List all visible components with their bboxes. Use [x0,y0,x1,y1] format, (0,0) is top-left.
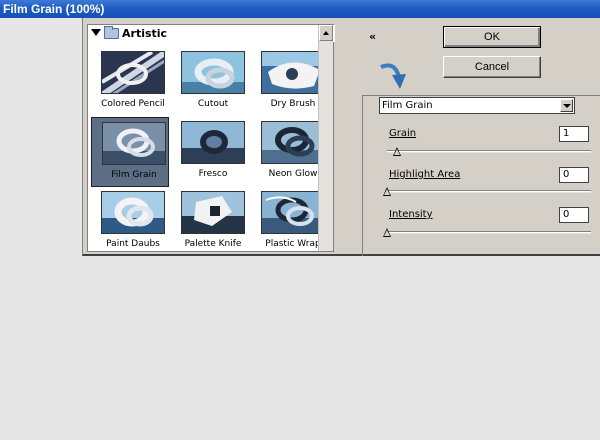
intensity-label: Intensity [389,209,433,220]
filter-label: Colored Pencil [101,99,165,109]
folder-icon [104,26,119,39]
thumbnail-image [181,51,245,94]
grain-slider[interactable] [387,147,591,156]
ok-button[interactable]: OK [443,26,541,48]
filter-paint-daubs[interactable]: Paint Daubs [91,187,169,257]
thumbnail-image [181,191,245,234]
collapse-icon[interactable]: « [369,30,376,43]
highlight-area-slider[interactable] [383,187,591,196]
category-header[interactable]: Artistic [88,25,335,42]
highlight-area-slider-handle[interactable] [383,187,391,196]
grain-input[interactable]: 1 [559,126,589,142]
dropdown-arrow-icon[interactable] [560,99,573,112]
filter-browser: Artistic Colored Pencil Cutout Dry Brush [87,24,335,252]
thumbnail-image [181,121,245,164]
filter-colored-pencil[interactable]: Colored Pencil [91,47,169,117]
filter-label: Paint Daubs [106,239,160,249]
cancel-button[interactable]: Cancel [443,56,541,78]
intensity-label-text: Intensity [389,209,433,220]
arrow-hint-icon [380,63,406,89]
thumbnail-image [102,122,166,165]
filter-dialog: Artistic Colored Pencil Cutout Dry Brush [82,18,600,256]
thumbnail-image [261,51,325,94]
highlight-area-label: Highlight Area [389,169,460,180]
filter-label: Palette Knife [184,239,242,249]
thumbnail-image [261,121,325,164]
browser-scrollbar[interactable] [318,25,333,251]
highlight-area-label-text: Highlight Area [389,169,461,180]
thumbnail-image [101,51,165,94]
filter-fresco[interactable]: Fresco [171,117,249,187]
highlight-area-input[interactable]: 0 [559,167,589,183]
intensity-slider-handle[interactable] [383,228,391,237]
intensity-input[interactable]: 0 [559,207,589,223]
grain-label-text: Grain [389,128,417,139]
category-label[interactable]: Artistic [122,27,167,40]
filter-select-value: Film Grain [382,100,433,111]
intensity-slider[interactable] [383,228,591,237]
thumbnail-image [101,191,165,234]
grain-label: Grain [389,128,416,139]
filter-palette-knife[interactable]: Palette Knife [171,187,249,257]
filter-label: Fresco [198,169,228,179]
triangle-down-icon[interactable] [91,29,101,36]
filter-cutout[interactable]: Cutout [171,47,249,117]
filter-select[interactable]: Film Grain [379,97,575,114]
scroll-up-button[interactable] [319,25,333,41]
filter-label: Film Grain [111,170,157,180]
filter-film-grain[interactable]: Film Grain [91,117,169,187]
grain-slider-handle[interactable] [393,147,401,156]
filter-label: Cutout [197,99,229,109]
window-title: Film Grain (100%) [0,0,600,18]
thumbnail-image [261,191,325,234]
filter-thumbnail-grid: Colored Pencil Cutout Dry Brush Film Gra… [88,43,325,251]
